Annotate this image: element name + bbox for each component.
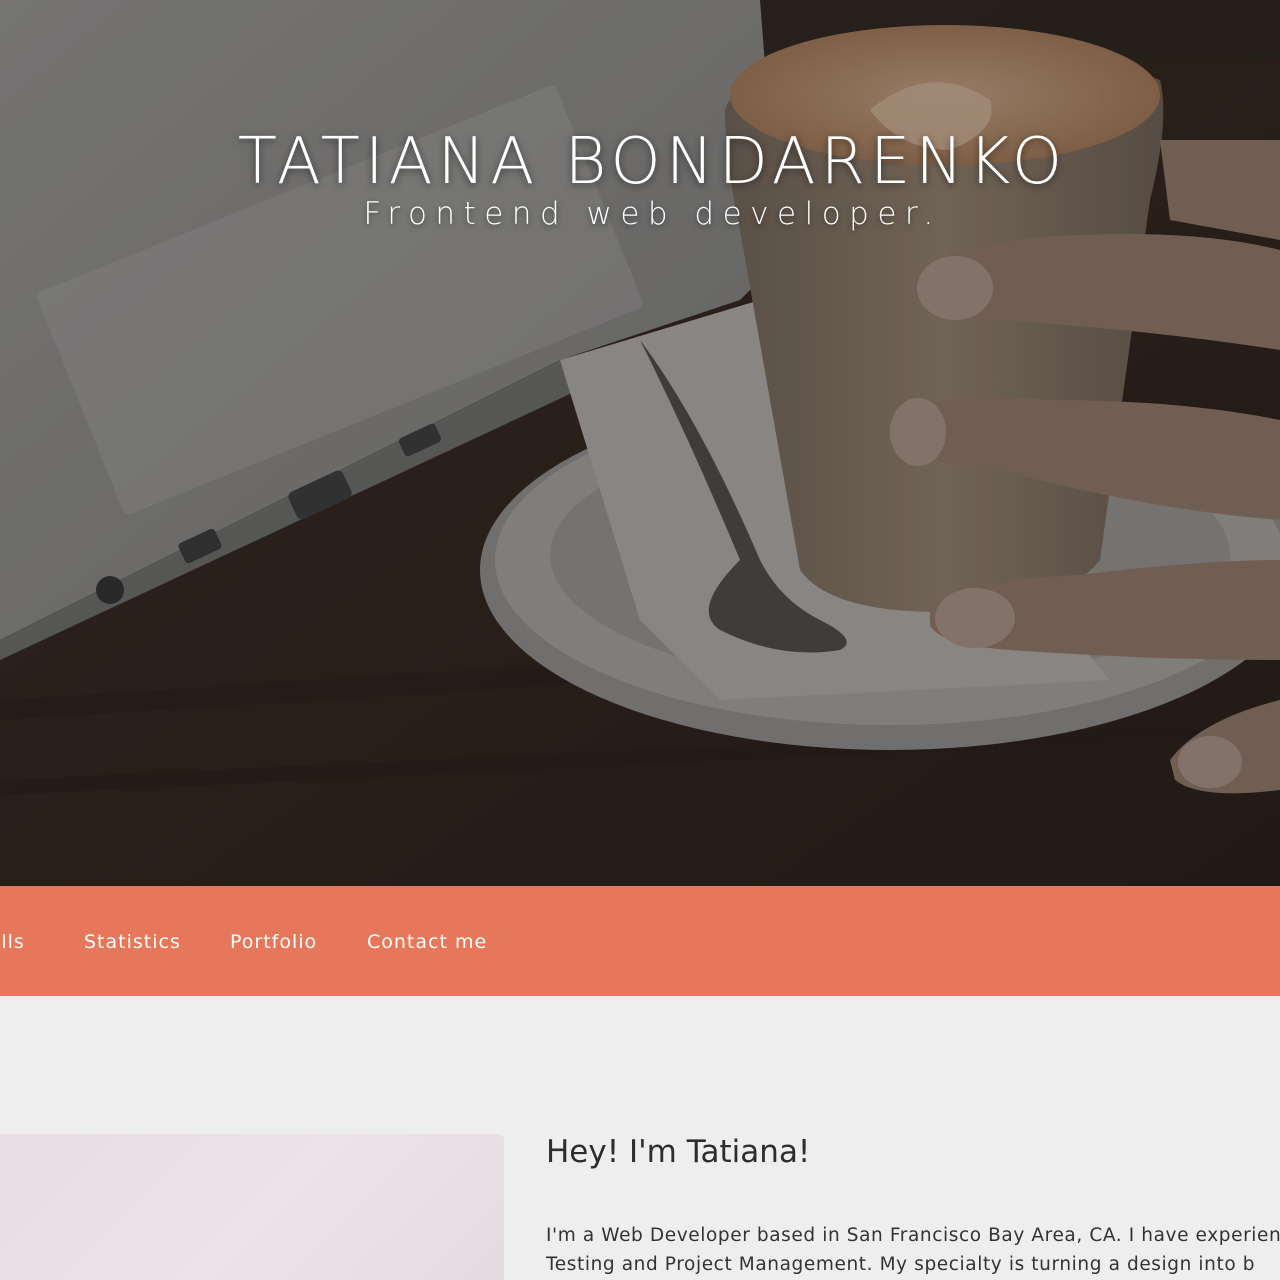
about-heading: Hey! I'm Tatiana! [546,1134,811,1170]
nav-item-statistics[interactable]: Statistics [84,886,181,996]
profile-photo [0,1134,504,1280]
about-text-line: Testing and Project Management. My speci… [546,1254,1256,1275]
about-section: Hey! I'm Tatiana! I'm a Web Developer ba… [0,996,1280,1280]
nav-item-portfolio[interactable]: Portfolio [230,886,317,996]
about-text-line: I'm a Web Developer based in San Francis… [546,1225,1280,1246]
nav-item-contact-me[interactable]: Contact me [367,886,487,996]
about-description: I'm a Web Developer based in San Francis… [546,1221,1280,1279]
hero-subtitle: Frontend web developer. [363,196,942,232]
nav-item-skills[interactable]: Skills [0,886,25,996]
main-navigation: Skills Statistics Portfolio Contact me [0,886,1280,996]
hero-banner: TATIANA BONDARENKO Frontend web develope… [0,0,1280,886]
hero-title: TATIANA BONDARENKO [237,124,1068,199]
